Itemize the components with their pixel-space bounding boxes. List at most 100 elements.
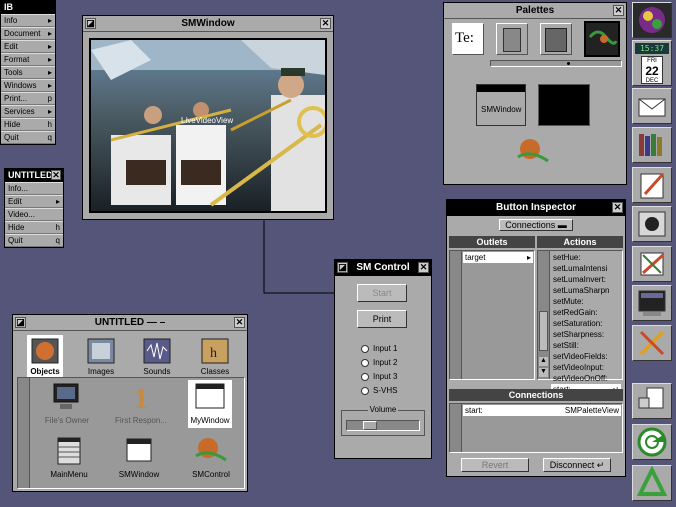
palette-scroller[interactable] <box>490 60 622 67</box>
return-icon: ↵ <box>596 460 605 470</box>
tab-sounds[interactable]: Sounds <box>139 335 175 379</box>
outlets-scrollbar[interactable] <box>450 251 462 379</box>
drawing-icon[interactable] <box>632 246 672 282</box>
svg-text:1: 1 <box>134 384 148 412</box>
palettes-title: Palettes <box>515 5 555 16</box>
action-row[interactable]: setLumaSharpn <box>551 285 621 296</box>
mainmenu-icon[interactable] <box>54 436 84 466</box>
volume-box: Volume <box>341 405 425 436</box>
action-row[interactable]: setHue: <box>551 252 621 263</box>
text-tool-icon[interactable]: Te: <box>452 23 484 55</box>
mywindow-label: MyWindow <box>190 416 230 425</box>
action-row[interactable]: setRedGain: <box>551 307 621 318</box>
dock-app-icon[interactable] <box>632 2 672 38</box>
files-owner-icon[interactable] <box>50 382 84 412</box>
close-icon[interactable]: ✕ <box>418 262 429 273</box>
popup-icon: ▬ <box>557 220 567 230</box>
tools-icon[interactable] <box>632 325 672 361</box>
file-window-titlebar[interactable]: ◪ UNTITLED — – ✕ <box>13 315 247 331</box>
button-inspector: Button Inspector ✕ Connections ▬ Outlets… <box>446 199 626 477</box>
mail-icon[interactable] <box>632 88 672 124</box>
radio-input-2[interactable]: Input 2 <box>361 356 397 370</box>
tab-objects[interactable]: Objects <box>27 335 63 379</box>
smcontrol-title: SM Control <box>356 262 410 273</box>
close-icon[interactable]: ✕ <box>234 317 245 328</box>
preview-icon[interactable] <box>632 206 672 242</box>
file-window-title: UNTITLED — – <box>94 317 166 328</box>
scroll-up-icon[interactable]: ▲ <box>539 357 548 366</box>
app-picker-icon[interactable] <box>632 383 672 419</box>
recycler-icon[interactable] <box>632 465 672 501</box>
arrow-right-icon: ▸ <box>526 253 531 262</box>
edit-icon[interactable] <box>632 167 672 203</box>
terminal-icon[interactable] <box>632 285 672 321</box>
volume-label: Volume <box>367 405 399 414</box>
action-row[interactable]: setVideoOnOff: <box>551 373 621 384</box>
inspector-title: Button Inspector <box>496 202 576 213</box>
input-radio-group: Input 1 Input 2 Input 3 S-VHS <box>361 342 397 398</box>
smwindow-object-icon[interactable] <box>124 436 154 466</box>
action-row[interactable]: setMute: <box>551 296 621 307</box>
slider-tool-icon[interactable] <box>540 23 572 55</box>
radio-input-3[interactable]: Input 3 <box>361 370 397 384</box>
close-icon[interactable]: ✕ <box>612 202 623 213</box>
volume-slider[interactable] <box>346 420 420 431</box>
objects-pane: File's Owner 1 First Respon... MyWindow … <box>17 377 245 489</box>
actions-header: Actions <box>537 236 623 248</box>
action-row[interactable]: setSaturation: <box>551 318 621 329</box>
print-button[interactable]: Print <box>357 310 407 328</box>
connections-list[interactable]: start: SMPaletteView <box>449 403 623 453</box>
first-responder-label: First Respon... <box>114 416 167 425</box>
close-icon[interactable]: ✕ <box>613 5 624 16</box>
objects-icon <box>31 338 59 364</box>
svg-text:h: h <box>210 346 217 361</box>
action-row[interactable]: setVideoFields: <box>551 351 621 362</box>
mywindow-icon[interactable]: MyWindow <box>188 380 232 428</box>
classes-icon: h <box>201 338 229 364</box>
smcontrol-titlebar[interactable]: ◪ SM Control ✕ <box>335 260 431 276</box>
objects-scrollbar[interactable] <box>18 378 30 488</box>
cabinet-icon[interactable] <box>496 23 528 55</box>
outlets-list[interactable]: target ▸ <box>449 250 535 380</box>
actions-list[interactable]: ▲ ▼ setHue: setLumaIntensi setLumaInvert… <box>537 250 623 395</box>
palette-black-view[interactable] <box>538 84 590 126</box>
connections-popup[interactable]: Connections ▬ <box>499 219 573 231</box>
tab-images[interactable]: Images <box>83 335 119 379</box>
files-owner-label: File's Owner <box>44 416 90 425</box>
dock-clock[interactable]: 15:37 FRI 22 DEC <box>632 40 672 86</box>
action-row[interactable]: setLumaInvert: <box>551 274 621 285</box>
inspector-titlebar[interactable]: Button Inspector ✕ <box>447 200 625 216</box>
miniaturize-icon[interactable]: ◪ <box>337 262 348 273</box>
file-window: ◪ UNTITLED — – ✕ Objects Images Sounds h… <box>12 314 248 492</box>
action-row[interactable]: setVideoInput: <box>551 362 621 373</box>
actions-scrollbar[interactable]: ▲ ▼ <box>538 251 550 379</box>
tab-classes[interactable]: h Classes <box>197 335 233 379</box>
clock-date: 22 <box>645 64 659 78</box>
scroll-down-icon[interactable]: ▼ <box>539 368 548 377</box>
sound-palette-icon[interactable] <box>584 21 620 57</box>
start-button[interactable]: Start <box>357 284 407 302</box>
radio-input-1[interactable]: Input 1 <box>361 342 397 356</box>
connection-row[interactable]: start: SMPaletteView <box>463 405 621 416</box>
sonar-icon[interactable] <box>632 424 672 460</box>
palettes-titlebar[interactable]: Palettes ✕ <box>444 3 626 19</box>
action-row[interactable]: setSharpness: <box>551 329 621 340</box>
connections-header: Connections <box>449 389 623 401</box>
outlet-row-target[interactable]: target ▸ <box>463 252 533 263</box>
mainmenu-label: MainMenu <box>50 470 88 479</box>
volume-knob[interactable] <box>363 421 377 430</box>
palette-window-object[interactable]: SMWindow <box>476 84 526 126</box>
smcontrol-object-icon[interactable] <box>194 434 228 468</box>
scroll-knob[interactable] <box>539 311 548 351</box>
disconnect-button[interactable]: Disconnect ↵ <box>543 458 611 472</box>
library-icon[interactable] <box>632 127 672 163</box>
action-row[interactable]: setStill: <box>551 340 621 351</box>
sound-object-icon[interactable] <box>516 135 550 169</box>
miniaturize-icon[interactable]: ◪ <box>15 317 26 328</box>
connections-scrollbar[interactable] <box>450 404 462 452</box>
smcontrol-object-label: SMControl <box>192 470 230 479</box>
revert-button[interactable]: Revert <box>461 458 529 472</box>
action-row[interactable]: setLumaIntensi <box>551 263 621 274</box>
first-responder-icon[interactable]: 1 <box>124 382 158 415</box>
radio-svhs[interactable]: S-VHS <box>361 384 397 398</box>
